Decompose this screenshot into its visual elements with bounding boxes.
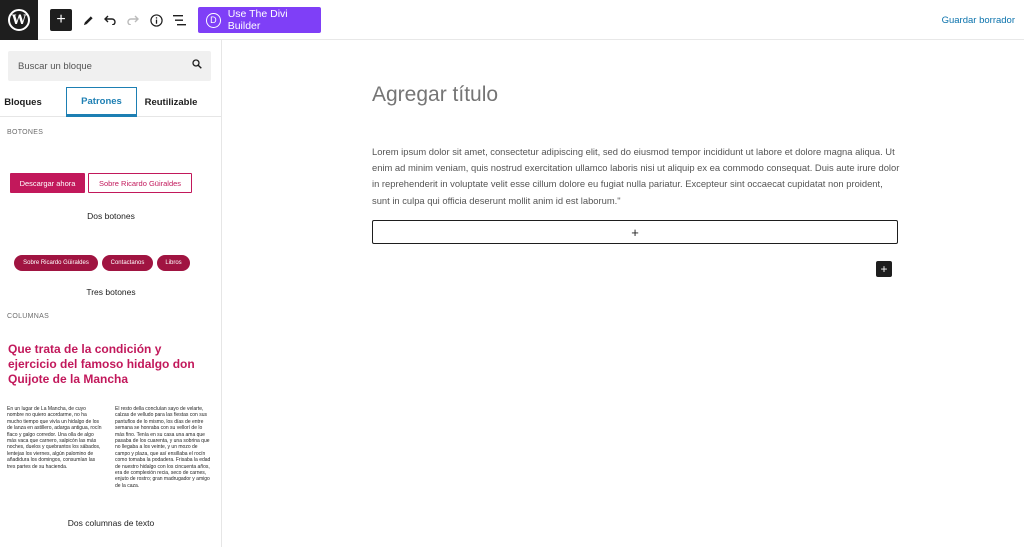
tab-patrones[interactable]: Patrones xyxy=(66,87,137,117)
save-draft-button[interactable]: Guardar borrador xyxy=(942,15,1015,26)
redo-icon[interactable] xyxy=(122,9,144,31)
plus-icon: + xyxy=(631,224,639,240)
divi-builder-button[interactable]: D Use The Divi Builder xyxy=(198,7,321,33)
paragraph-block[interactable]: Lorem ipsum dolor sit amet, consectetur … xyxy=(372,144,902,209)
tab-reutilizable[interactable]: Reutilizable xyxy=(140,87,202,117)
divi-logo-icon: D xyxy=(206,12,221,28)
pattern-outline-button: Sobre Ricardo Güiraldes xyxy=(88,173,192,193)
undo-icon[interactable] xyxy=(99,9,121,31)
inline-inserter-button[interactable]: + xyxy=(876,261,892,277)
post-title-input[interactable]: Agregar título xyxy=(372,83,498,107)
pattern-column-text: En un lugar de La Mancha, de cuyo nombre… xyxy=(7,406,102,470)
tab-bloques[interactable]: Bloques xyxy=(0,87,46,117)
pattern-column-text: El resto della concluían sayo de velarte… xyxy=(115,406,211,489)
inserter-tabs: Bloques Patrones Reutilizable xyxy=(0,87,221,117)
search-icon xyxy=(192,59,202,69)
pattern-columns-title: Que trata de la condición y ejercicio de… xyxy=(8,342,195,386)
section-label-columnas: COLUMNAS xyxy=(7,313,50,320)
pattern-caption: Dos columnas de texto xyxy=(67,518,155,528)
info-icon[interactable] xyxy=(145,9,167,31)
section-label-botones: BOTONES xyxy=(7,129,44,136)
block-inserter-toggle-icon[interactable]: + xyxy=(50,9,72,31)
pattern-pill-button: Sobre Ricardo Güiraldes xyxy=(14,255,98,271)
list-view-icon[interactable] xyxy=(168,9,190,31)
editor-canvas: Agregar título Lorem ipsum dolor sit ame… xyxy=(222,40,1024,547)
pattern-caption: Dos botones xyxy=(87,211,135,221)
editor-top-toolbar: W + D Use The Divi Builder Guardar borra… xyxy=(0,0,1024,40)
block-search-input[interactable] xyxy=(8,51,178,81)
pattern-pill-button: Libros xyxy=(157,255,190,271)
pattern-primary-button: Descargar ahora xyxy=(10,173,85,193)
divi-builder-label: Use The Divi Builder xyxy=(227,8,288,32)
plus-icon: + xyxy=(880,262,888,276)
block-inserter-panel: Bloques Patrones Reutilizable BOTONES De… xyxy=(0,40,222,547)
block-search xyxy=(8,51,211,81)
wordpress-icon[interactable]: W xyxy=(0,0,38,40)
pattern-pill-button: Contactanos xyxy=(102,255,153,271)
pencil-icon[interactable] xyxy=(77,9,99,31)
block-appender-button[interactable]: + xyxy=(372,220,898,244)
pattern-caption: Tres botones xyxy=(86,287,136,297)
